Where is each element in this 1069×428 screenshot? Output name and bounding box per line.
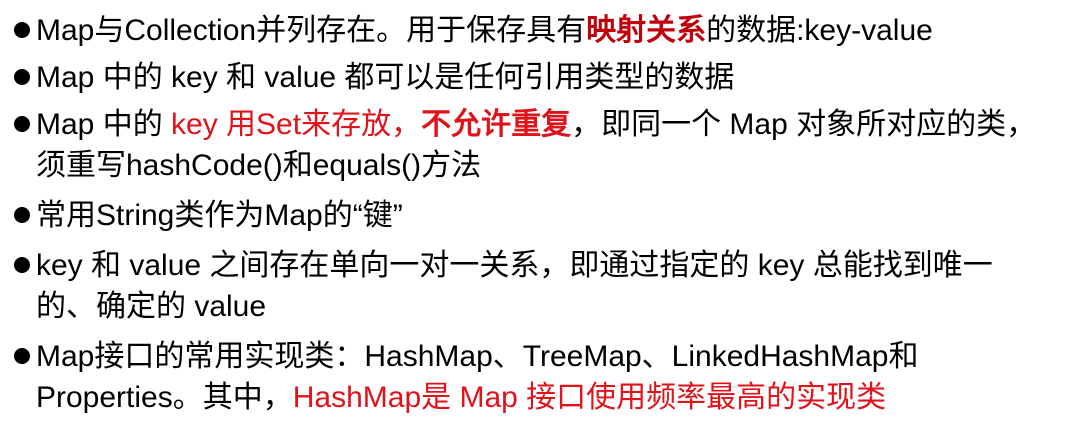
highlight-key-set: key 用Set来存放， [171,108,422,141]
bullet-item-3: Map 中的 key 用Set来存放，不允许重复，即同一个 Map 对象所对应的… [14,104,1051,186]
bullet-text: Map接口的常用实现类：HashMap、TreeMap、LinkedHashMa… [36,336,1051,418]
highlight-no-duplicates: 不允许重复 [421,108,572,141]
bullet-text: 常用String类作为Map的“键” [36,195,1051,236]
bullet-text-segment: 常用String类作为Map的“键” [36,199,403,232]
slide-content: Map与Collection并列存在。用于保存具有映射关系的数据:key-val… [0,0,1069,428]
bullet-text-segment: key 和 value 之间存在单向一对一关系，即通过指定的 key 总能找到唯… [36,249,993,323]
bullet-text: Map与Collection并列存在。用于保存具有映射关系的数据:key-val… [36,10,1051,51]
bullet-item-6: Map接口的常用实现类：HashMap、TreeMap、LinkedHashMa… [14,336,1051,418]
bullet-item-5: key 和 value 之间存在单向一对一关系，即通过指定的 key 总能找到唯… [14,245,1051,327]
bullet-text-segment: Map与Collection并列存在。用于保存具有 [36,14,587,47]
bullet-text-segment: Map 中的 [36,108,172,141]
bullet-dot-icon [14,116,30,132]
bullet-text-segment: Map 中的 key 和 value 都可以是任何引用类型的数据 [36,61,735,94]
bullet-item-2: Map 中的 key 和 value 都可以是任何引用类型的数据 [14,57,1051,98]
bullet-text-segment: 的数据:key-value [706,14,933,47]
bullet-dot-icon [14,69,30,85]
bullet-dot-icon [14,22,30,38]
highlight-hashmap: HashMap是 Map 接口使用频率最高的实现类 [292,381,887,414]
bullet-text: Map 中的 key 用Set来存放，不允许重复，即同一个 Map 对象所对应的… [36,104,1051,186]
bullet-dot-icon [14,257,30,273]
bullet-item-4: 常用String类作为Map的“键” [14,195,1051,236]
bullet-text: key 和 value 之间存在单向一对一关系，即通过指定的 key 总能找到唯… [36,245,1051,327]
bullet-text: Map 中的 key 和 value 都可以是任何引用类型的数据 [36,57,1051,98]
bullet-dot-icon [14,207,30,223]
bullet-item-1: Map与Collection并列存在。用于保存具有映射关系的数据:key-val… [14,10,1051,51]
highlight-mapping-relation: 映射关系 [586,14,707,47]
bullet-dot-icon [14,348,30,364]
